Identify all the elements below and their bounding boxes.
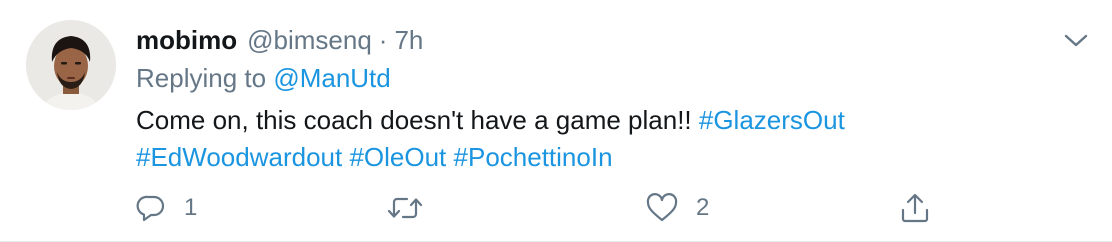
hashtag-glazersout[interactable]: #GlazersOut (699, 105, 845, 135)
hashtag-pochettinoin[interactable]: #PochettinoIn (454, 142, 613, 172)
tweet-header: mobimo @bimsenq · 7h (136, 24, 423, 56)
share-button[interactable] (900, 190, 930, 226)
replying-to-link[interactable]: @ManUtd (273, 63, 390, 93)
retweet-icon (386, 193, 424, 223)
like-button[interactable]: 2 (646, 190, 709, 226)
like-icon (646, 193, 678, 223)
separator-dot: · (378, 25, 388, 55)
user-handle[interactable]: @bimsenq (247, 24, 372, 56)
avatar[interactable] (26, 20, 116, 110)
chevron-down-icon[interactable] (1062, 26, 1090, 54)
reply-icon (136, 193, 166, 223)
tweet-text: Come on, this coach doesn't have a game … (136, 102, 1036, 176)
retweet-button[interactable] (386, 190, 442, 226)
replying-prefix: Replying to (136, 63, 267, 93)
tweet-text-content: Come on, this coach doesn't have a game … (136, 105, 692, 135)
tweet-card[interactable]: mobimo @bimsenq · 7h Replying to @ManUtd… (0, 0, 1112, 242)
action-bar: 1 2 (136, 190, 956, 226)
reply-button[interactable]: 1 (136, 190, 197, 226)
hashtag-oleout[interactable]: #OleOut (349, 142, 446, 172)
replying-to-line: Replying to @ManUtd (136, 62, 391, 94)
share-icon (900, 192, 930, 224)
reply-count: 1 (184, 194, 198, 221)
timestamp[interactable]: 7h (394, 24, 423, 56)
display-name[interactable]: mobimo (136, 24, 237, 56)
hashtag-edwoodwardout[interactable]: #EdWoodwardout (136, 142, 342, 172)
like-count: 2 (696, 194, 710, 221)
